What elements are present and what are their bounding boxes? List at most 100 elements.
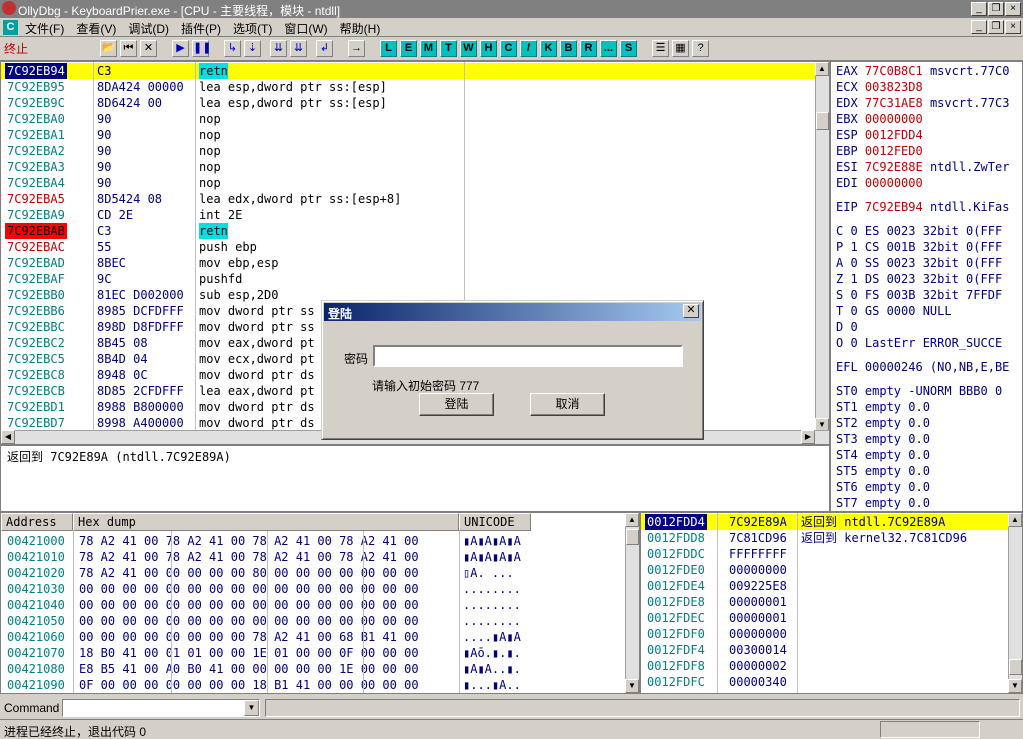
menu-item[interactable]: 查看(V)	[76, 20, 116, 37]
go-to-icon[interactable]: →	[348, 40, 365, 57]
dump-header-hex[interactable]: Hex dump	[73, 513, 459, 531]
disasm-row[interactable]: 7C92EBA0 90 nop	[1, 111, 815, 127]
flag-row[interactable]: P 1 CS 001B 32bit 0(FFF	[836, 239, 1002, 255]
dump-row[interactable]: 00421060 00 00 00 00 00 00 00 00 78 A2 41…	[1, 629, 621, 645]
toolbar-window-button[interactable]: M	[420, 40, 437, 57]
execute-till-return-icon[interactable]: ↲	[316, 40, 333, 57]
fpu-row[interactable]: ST3 empty 0.0	[836, 431, 930, 447]
toolbar-window-button[interactable]: B	[560, 40, 577, 57]
command-input[interactable]: ▼	[62, 699, 260, 717]
menu-item[interactable]: 插件(P)	[181, 20, 221, 37]
menu-item[interactable]: 选项(T)	[233, 20, 272, 37]
dump-row[interactable]: 00421040 00 00 00 00 00 00 00 00 00 00 00…	[1, 597, 621, 613]
fpu-row[interactable]: ST2 empty 0.0	[836, 415, 930, 431]
register-row[interactable]: EDX 77C31AE8 msvcrt.77C3	[836, 95, 1009, 111]
fpu-row[interactable]: ST0 empty -UNORM BBB0 0	[836, 383, 1002, 399]
register-row[interactable]: ESI 7C92E88E ntdll.ZwTer	[836, 159, 1009, 175]
stack-row[interactable]: 0012FDF8 00000002	[641, 658, 1009, 674]
run-icon[interactable]: ▶	[172, 40, 189, 57]
toolbar-window-button[interactable]: ...	[600, 40, 617, 57]
toolbar-window-button[interactable]: K	[540, 40, 557, 57]
fpu-row[interactable]: ST5 empty 0.0	[836, 463, 930, 479]
flag-row[interactable]: Z 1 DS 0023 32bit 0(FFF	[836, 271, 1002, 287]
cpu-window-icon[interactable]: C	[3, 20, 18, 35]
fpu-row[interactable]: ST1 empty 0.0	[836, 399, 930, 415]
child-close-button[interactable]: ×	[1005, 20, 1021, 34]
disasm-row[interactable]: 7C92EBA3 90 nop	[1, 159, 815, 175]
dump-row[interactable]: 00421030 00 00 00 00 00 00 00 00 00 00 00…	[1, 581, 621, 597]
disasm-row[interactable]: 7C92EB9C 8D6424 00 lea esp,dword ptr ss:[e…	[1, 95, 815, 111]
stack-row[interactable]: 0012FDDC FFFFFFFF	[641, 546, 1009, 562]
toolbar-window-button[interactable]: L	[380, 40, 397, 57]
dump-row[interactable]: 00421050 00 00 00 00 00 00 00 00 00 00 00…	[1, 613, 621, 629]
flag-row[interactable]: T 0 GS 0000 NULL	[836, 303, 952, 319]
stack-row[interactable]: 0012FDD8 7C81CD96 返回到 kernel32.7C81CD96	[641, 530, 1009, 546]
restart-icon[interactable]: ⏮	[120, 40, 137, 57]
register-row[interactable]: EAX 77C0B8C1 msvcrt.77C0	[836, 63, 1009, 79]
disasm-row[interactable]: 7C92EBAF 9C pushfd	[1, 271, 815, 287]
login-button[interactable]: 登陆	[419, 393, 494, 416]
toolbar-window-button[interactable]: T	[440, 40, 457, 57]
register-row[interactable]: ECX 003823D8	[836, 79, 923, 95]
stack-row[interactable]: 0012FDE8 00000001	[641, 594, 1009, 610]
child-restore-button[interactable]: ❐	[988, 20, 1004, 34]
open-icon[interactable]: 📂	[100, 40, 117, 57]
menu-item[interactable]: 调试(D)	[128, 20, 169, 37]
register-row[interactable]: ESP 0012FDD4	[836, 127, 923, 143]
dialog-close-icon[interactable]: ✕	[683, 304, 699, 318]
toolbar-window-button[interactable]: R	[580, 40, 597, 57]
disassembly-vscroll[interactable]: ▲ ▼	[815, 62, 829, 432]
disasm-row[interactable]: 7C92EBAB C3 retn	[1, 223, 815, 239]
dump-row[interactable]: 00421090 0F 00 00 00 00 00 00 00 18 B1 41…	[1, 677, 621, 693]
flag-row[interactable]: S 0 FS 003B 32bit 7FFDF	[836, 287, 1002, 303]
step-over-icon[interactable]: ⇣	[244, 40, 261, 57]
options-grid-icon[interactable]: ▦	[672, 40, 689, 57]
disasm-row[interactable]: 7C92EBA5 8D5424 08 lea edx,dword ptr ss:[e…	[1, 191, 815, 207]
fpu-row[interactable]: ST6 empty 0.0	[836, 479, 930, 495]
disasm-row[interactable]: 7C92EBA2 90 nop	[1, 143, 815, 159]
efl-row[interactable]: EFL 00000246 (NO,NB,E,BE	[836, 359, 1009, 375]
fpu-row[interactable]: ST4 empty 0.0	[836, 447, 930, 463]
step-into-icon[interactable]: ↳	[224, 40, 241, 57]
help-icon[interactable]: ?	[692, 40, 709, 57]
trace-into-icon[interactable]: ⇊	[270, 40, 287, 57]
dump-row[interactable]: 00421010 78 A2 41 00 78 A2 41 00 78 A2 41…	[1, 549, 621, 565]
dump-header-address[interactable]: Address	[1, 513, 73, 531]
registers-pane[interactable]: EAX 77C0B8C1 msvcrt.77C0 ECX 003823D8 EDX…	[830, 61, 1023, 512]
trace-over-icon[interactable]: ⇊	[290, 40, 307, 57]
toolbar-window-button[interactable]: C	[500, 40, 517, 57]
toolbar-window-button[interactable]: S	[620, 40, 637, 57]
fpu-row[interactable]: ST7 empty 0.0	[836, 495, 930, 511]
flag-row[interactable]: D 0	[836, 319, 858, 335]
disasm-row[interactable]: 7C92EB95 8DA424 00000 lea esp,dword ptr ss…	[1, 79, 815, 95]
toolbar-window-button[interactable]: W	[460, 40, 477, 57]
toolbar-window-button[interactable]: /	[520, 40, 537, 57]
toolbar-window-button[interactable]: H	[480, 40, 497, 57]
flag-row[interactable]: A 0 SS 0023 32bit 0(FFF	[836, 255, 1002, 271]
list-icon[interactable]: ☰	[652, 40, 669, 57]
stack-row[interactable]: 0012FDE0 00000000	[641, 562, 1009, 578]
cancel-button[interactable]: 取消	[530, 393, 605, 416]
stack-pane[interactable]: 0012FDD4 7C92E89A 返回到 ntdll.7C92E89A 0012FD…	[640, 512, 1023, 694]
disasm-row[interactable]: 7C92EBA9 CD 2E int 2E	[1, 207, 815, 223]
stack-row[interactable]: 0012FDEC 00000001	[641, 610, 1009, 626]
stack-row[interactable]: 0012FDF4 00300014	[641, 642, 1009, 658]
minimize-button[interactable]: _	[971, 2, 987, 16]
disasm-row[interactable]: 7C92EB94 C3 retn	[1, 63, 815, 79]
disasm-row[interactable]: 7C92EBAD 8BEC mov ebp,esp	[1, 255, 815, 271]
close-button[interactable]: ×	[1005, 2, 1021, 16]
dump-row[interactable]: 00421070 18 B0 41 00 01 01 00 00 1E 01 00…	[1, 645, 621, 661]
memory-dump-pane[interactable]: Address Hex dump UNICODE 00421000 78 A2 4…	[0, 512, 640, 694]
chevron-down-icon[interactable]: ▼	[244, 700, 259, 716]
stack-row[interactable]: 0012FDE4 009225E8	[641, 578, 1009, 594]
stack-row[interactable]: 0012FDFC 00000340	[641, 674, 1009, 690]
disasm-row[interactable]: 7C92EBAC 55 push ebp	[1, 239, 815, 255]
password-input[interactable]	[373, 345, 683, 367]
disasm-row[interactable]: 7C92EBA1 90 nop	[1, 127, 815, 143]
dump-row[interactable]: 00421080 E8 B5 41 00 A0 B0 41 00 00 00 00…	[1, 661, 621, 677]
register-row[interactable]: EBX 00000000	[836, 111, 923, 127]
child-minimize-button[interactable]: _	[971, 20, 987, 34]
menu-item[interactable]: 窗口(W)	[284, 20, 327, 37]
register-row[interactable]: EDI 00000000	[836, 175, 923, 191]
register-row[interactable]: EBP 0012FED0	[836, 143, 923, 159]
